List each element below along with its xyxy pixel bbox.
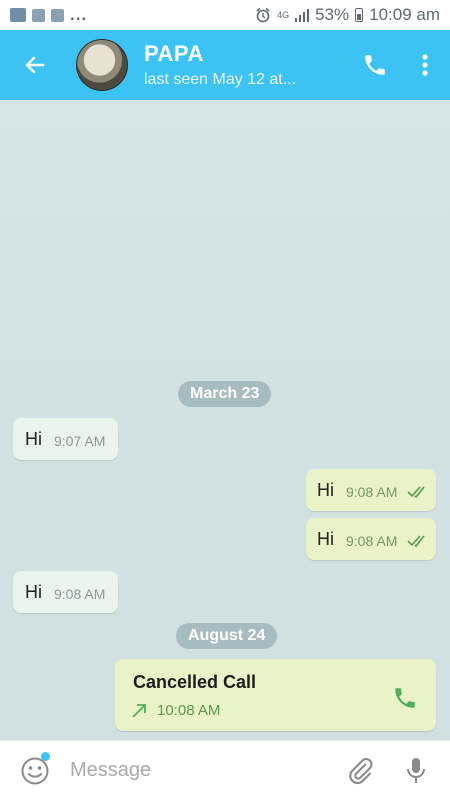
date-divider-august: August 24 (176, 623, 278, 649)
incoming-message[interactable]: Hi 9:08 AM (13, 571, 118, 613)
status-right: 4G 53% 10:09 am (255, 5, 440, 25)
voice-call-button[interactable] (350, 30, 400, 100)
paperclip-icon (349, 757, 373, 784)
chat-area[interactable]: March 23 Hi 9:07 AM Hi 9:08 AM Hi 9:08 A… (0, 100, 450, 740)
contact-info[interactable]: PAPA last seen May 12 at... (144, 41, 350, 89)
read-ticks-icon (407, 535, 425, 548)
message-time: 9:08 AM (346, 484, 398, 500)
message-composer (0, 740, 450, 800)
image-notification-icon (32, 8, 45, 22)
microphone-icon (407, 757, 425, 783)
alarm-icon (256, 7, 270, 23)
status-left: ... (10, 5, 87, 25)
more-options-button[interactable] (400, 30, 450, 100)
phone-icon (365, 55, 385, 75)
app-notification-icon-2 (51, 8, 64, 22)
back-button[interactable] (0, 30, 70, 100)
call-status: Cancelled Call (133, 672, 257, 692)
attach-button[interactable] (332, 741, 388, 800)
call-time: 10:08 AM (157, 702, 221, 719)
chat-header: PAPA last seen May 12 at... (0, 30, 450, 100)
status-bar: ... 4G 53% 10:09 am (0, 0, 450, 30)
message-text: Hi (317, 529, 334, 549)
message-time: 9:07 AM (54, 433, 106, 449)
phone-icon (395, 688, 415, 708)
contact-name: PAPA (144, 41, 204, 66)
outgoing-call-arrow-icon (132, 704, 146, 718)
message-text: Hi (317, 480, 334, 500)
more-notifications-dots: ... (70, 5, 88, 24)
signal-icon (295, 8, 310, 22)
contact-avatar[interactable] (76, 39, 128, 91)
voice-record-button[interactable] (388, 741, 444, 800)
call-back-button[interactable] (392, 685, 418, 716)
clock: 10:09 am (369, 5, 440, 24)
message-time: 9:08 AM (346, 533, 398, 549)
outgoing-message[interactable]: Hi 9:08 AM (306, 518, 436, 560)
date-divider-march: March 23 (178, 381, 272, 407)
read-ticks-icon (407, 486, 425, 499)
message-text: Hi (25, 429, 42, 449)
message-text: Hi (25, 582, 42, 602)
emoji-button[interactable] (0, 741, 70, 800)
emoji-notification-dot (41, 751, 50, 761)
battery-percent: 53% (315, 5, 350, 24)
battery-icon (355, 8, 364, 22)
back-arrow-icon (25, 56, 45, 74)
message-input[interactable] (70, 759, 330, 782)
call-log-message[interactable]: Cancelled Call 10:08 AM (115, 659, 436, 731)
outgoing-message[interactable]: Hi 9:08 AM (306, 469, 436, 511)
app-notification-icon (10, 8, 26, 22)
message-time: 9:08 AM (54, 586, 106, 602)
more-vert-icon (422, 54, 428, 76)
incoming-message[interactable]: Hi 9:07 AM (13, 418, 118, 460)
network-type: 4G (277, 9, 290, 20)
last-seen-status: last seen May 12 at... (144, 71, 297, 88)
